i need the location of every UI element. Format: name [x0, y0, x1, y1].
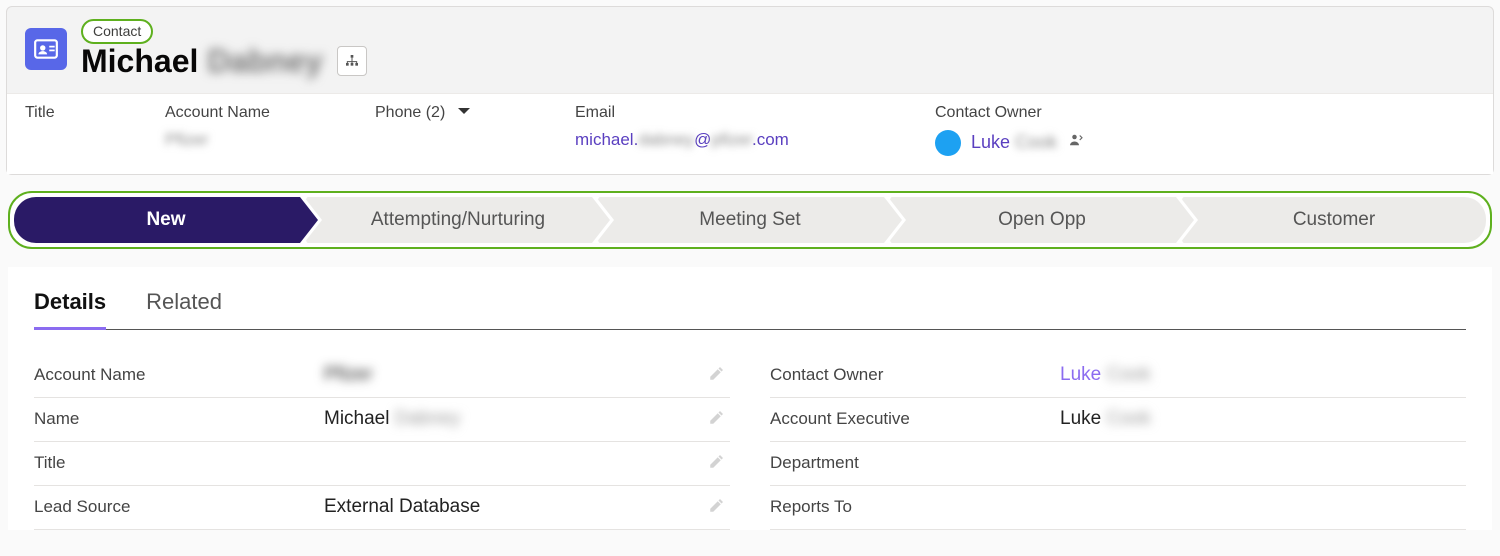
- path-step[interactable]: Customer: [1180, 197, 1486, 243]
- summary-account-label: Account Name: [165, 104, 375, 122]
- details-column-right: Contact OwnerLuke CookAccount ExecutiveL…: [770, 354, 1466, 530]
- summary-phone-label: Phone (2): [375, 104, 445, 122]
- owner-avatar: [935, 130, 961, 156]
- record-name: Michael Dabney: [81, 44, 323, 79]
- path-step[interactable]: New: [14, 197, 318, 243]
- tab-related[interactable]: Related: [146, 289, 222, 330]
- detail-label: Name: [34, 409, 324, 429]
- detail-value[interactable]: Pfizer: [324, 364, 730, 386]
- detail-row: Reports To: [770, 486, 1466, 530]
- detail-row: Title: [34, 442, 730, 486]
- detail-label: Title: [34, 453, 324, 473]
- detail-label: Account Executive: [770, 409, 1060, 429]
- path-step[interactable]: Attempting/Nurturing: [304, 197, 610, 243]
- path: NewAttempting/NurturingMeeting SetOpen O…: [14, 197, 1486, 243]
- owner-name[interactable]: Luke Cook: [971, 132, 1057, 153]
- pencil-icon[interactable]: [708, 496, 726, 519]
- detail-row: Account NamePfizer: [34, 354, 730, 398]
- summary-title: Title: [25, 104, 165, 130]
- contact-icon: [25, 28, 67, 70]
- detail-label: Department: [770, 453, 1060, 473]
- detail-label: Contact Owner: [770, 365, 1060, 385]
- summary-phone[interactable]: Phone (2): [375, 104, 575, 122]
- detail-label: Account Name: [34, 365, 324, 385]
- detail-label: Reports To: [770, 497, 1060, 517]
- pencil-icon[interactable]: [708, 408, 726, 431]
- details-column-left: Account NamePfizerNameMichael DabneyTitl…: [34, 354, 730, 530]
- tab-details[interactable]: Details: [34, 289, 106, 330]
- summary-email-label: Email: [575, 104, 935, 122]
- pencil-icon[interactable]: [708, 452, 726, 475]
- email-prefix: michael.: [575, 130, 638, 149]
- pencil-icon[interactable]: [708, 364, 726, 387]
- path-container: NewAttempting/NurturingMeeting SetOpen O…: [8, 191, 1492, 249]
- detail-value[interactable]: External Database: [324, 496, 730, 518]
- email-domain: pfizer: [711, 130, 752, 149]
- email-at: @: [694, 130, 711, 149]
- summary-account: Account Name Pfizer: [165, 104, 375, 150]
- summary-email-value[interactable]: michael.dabney@pfizer.com: [575, 130, 935, 150]
- record-last-name: Dabney: [207, 43, 323, 79]
- owner-last: Cook: [1015, 132, 1057, 152]
- summary-row: Title Account Name Pfizer Phone (2) Emai…: [7, 93, 1493, 174]
- record-header: Contact Michael Dabney Title Account Nam…: [6, 6, 1494, 175]
- change-owner-icon[interactable]: [1067, 131, 1085, 154]
- detail-row: NameMichael Dabney: [34, 398, 730, 442]
- owner-first: Luke: [971, 132, 1010, 152]
- summary-owner: Contact Owner Luke Cook: [935, 104, 1475, 156]
- hierarchy-button[interactable]: [337, 46, 367, 76]
- detail-value[interactable]: Michael Dabney: [324, 408, 730, 430]
- path-step[interactable]: Open Opp: [888, 197, 1194, 243]
- chevron-down-icon[interactable]: [457, 104, 471, 122]
- detail-row: Contact OwnerLuke Cook: [770, 354, 1466, 398]
- detail-label: Lead Source: [34, 497, 324, 517]
- details-grid: Account NamePfizerNameMichael DabneyTitl…: [34, 330, 1466, 530]
- detail-row: Lead SourceExternal Database: [34, 486, 730, 530]
- detail-row: Account ExecutiveLuke Cook: [770, 398, 1466, 442]
- path-step[interactable]: Meeting Set: [596, 197, 902, 243]
- email-tld: .com: [752, 130, 789, 149]
- detail-value[interactable]: Luke Cook: [1060, 408, 1466, 430]
- summary-account-value[interactable]: Pfizer: [165, 130, 375, 150]
- record-first-name: Michael: [81, 43, 198, 79]
- summary-title-label: Title: [25, 104, 165, 122]
- email-mid: dabney: [638, 130, 694, 149]
- content-card: Details Related Account NamePfizerNameMi…: [8, 267, 1492, 530]
- summary-owner-label: Contact Owner: [935, 104, 1475, 122]
- tabs: Details Related: [34, 267, 1466, 330]
- summary-email: Email michael.dabney@pfizer.com: [575, 104, 935, 150]
- detail-row: Department: [770, 442, 1466, 486]
- object-label: Contact: [81, 19, 153, 44]
- detail-value[interactable]: Luke Cook: [1060, 364, 1466, 386]
